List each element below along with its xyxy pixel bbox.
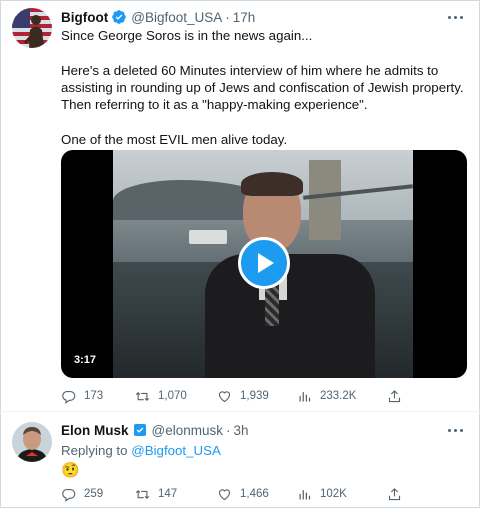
video-duration: 3:17 — [69, 352, 102, 368]
view-count: 233.2K — [320, 390, 357, 402]
like-count: 1,466 — [240, 488, 269, 500]
reply-count: 173 — [84, 390, 104, 402]
reply-button[interactable]: 173 — [61, 386, 103, 406]
author-name[interactable]: Elon Musk — [61, 423, 129, 438]
views-button[interactable]: 233.2K — [297, 386, 356, 406]
share-icon — [388, 487, 401, 500]
like-button[interactable]: 1,466 — [217, 484, 269, 504]
reply-icon — [62, 488, 76, 502]
tweet-text: Since George Soros is in the news again.… — [61, 27, 469, 148]
replying-to-label: Replying to — [61, 443, 128, 458]
reply-button[interactable]: 259 — [61, 484, 103, 504]
retweet-count: 147 — [158, 488, 178, 500]
avatar-bigfoot[interactable] — [12, 8, 52, 48]
tweet-header: Bigfoot @Bigfoot_USA · 17h — [61, 8, 255, 26]
retweet-button[interactable]: 1,070 — [135, 386, 187, 406]
views-chart-icon — [299, 489, 311, 499]
avatar-elon-musk[interactable] — [12, 422, 52, 462]
reply-icon — [62, 390, 76, 404]
verified-badge-icon — [111, 9, 127, 25]
replying-to: Replying to @Bigfoot_USA — [61, 443, 221, 458]
more-options-icon[interactable] — [444, 8, 466, 26]
tweet-text-line: Since George Soros is in the news again.… — [61, 28, 313, 43]
tweet-header: Elon Musk @elonmusk · 3h — [61, 421, 249, 439]
views-chart-icon — [299, 391, 311, 401]
more-options-icon[interactable] — [444, 421, 466, 439]
retweet-icon — [135, 391, 150, 401]
replying-to-link[interactable]: @Bigfoot_USA — [131, 443, 221, 458]
reply-count: 259 — [84, 488, 104, 500]
view-count: 102K — [320, 488, 347, 500]
like-count: 1,939 — [240, 390, 269, 402]
video-player[interactable]: 3:17 — [61, 150, 467, 378]
retweet-button[interactable]: 147 — [135, 484, 177, 504]
like-button[interactable]: 1,939 — [217, 386, 269, 406]
heart-icon — [218, 488, 231, 500]
tweet-emoji: 🤨 — [61, 462, 80, 479]
play-icon[interactable] — [238, 237, 290, 289]
views-button[interactable]: 102K — [297, 484, 347, 504]
heart-icon — [218, 390, 231, 402]
tweet-elon-musk[interactable]: Elon Musk @elonmusk · 3h Replying to @Bi… — [0, 412, 480, 508]
separator-dot: · — [225, 9, 230, 25]
tweet-timestamp[interactable]: 3h — [234, 423, 249, 438]
share-button[interactable] — [387, 484, 410, 504]
share-icon — [388, 389, 401, 402]
author-name[interactable]: Bigfoot — [61, 10, 108, 25]
tweet-actions: 259 147 1,466 102K — [61, 484, 421, 504]
retweet-count: 1,070 — [158, 390, 187, 402]
tweet-bigfoot[interactable]: Bigfoot @Bigfoot_USA · 17h Since George … — [0, 0, 480, 412]
separator-dot: · — [226, 422, 231, 438]
tweet-text-line: Here's a deleted 60 Minutes interview of… — [61, 62, 464, 113]
tweet-timestamp[interactable]: 17h — [233, 10, 256, 25]
author-handle[interactable]: @Bigfoot_USA — [131, 10, 222, 25]
author-handle[interactable]: @elonmusk — [152, 423, 223, 438]
retweet-icon — [135, 489, 150, 499]
share-button[interactable] — [387, 386, 410, 406]
verified-badge-icon — [132, 422, 148, 438]
tweet-text-line: One of the most EVIL men alive today. — [61, 131, 288, 147]
tweet-actions: 173 1,070 1,939 233.2K — [61, 386, 421, 406]
